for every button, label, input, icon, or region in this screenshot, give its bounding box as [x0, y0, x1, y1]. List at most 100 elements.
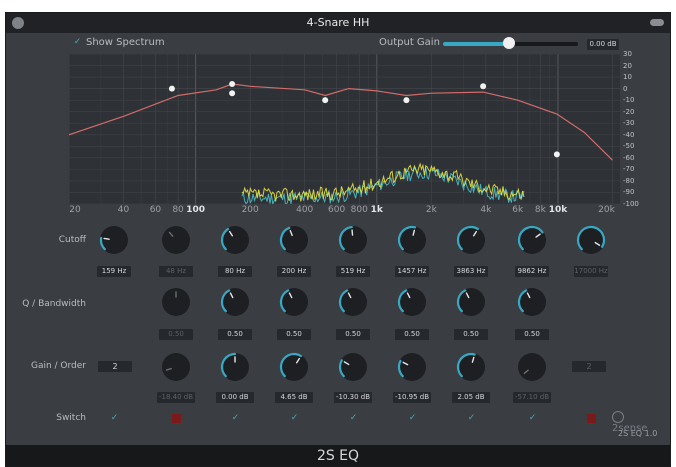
gain-value-4[interactable]: 4.65 dB: [275, 392, 313, 403]
q-value-5[interactable]: 0.50: [336, 329, 370, 340]
band-node-3[interactable]: [229, 81, 236, 87]
freq-tick-label: 800: [350, 205, 368, 215]
cutoff-knob-7[interactable]: [456, 225, 486, 255]
gain-value-2[interactable]: -18.40 dB: [157, 392, 195, 403]
band-node-6[interactable]: [480, 83, 487, 90]
db-tick-label: -20: [623, 107, 635, 116]
cutoff-value-3[interactable]: 80 Hz: [218, 266, 252, 277]
gain-value-6[interactable]: -10.95 dB: [393, 392, 431, 403]
q-knob-5[interactable]: [338, 287, 368, 317]
freq-tick-label: 4k: [480, 205, 492, 215]
db-tick-label: -90: [623, 188, 635, 197]
db-tick-label: -80: [623, 176, 635, 185]
q-knob-3[interactable]: [220, 287, 250, 317]
band-switch-1[interactable]: ✓: [110, 414, 119, 423]
cutoff-knob-6[interactable]: [397, 225, 427, 255]
gain-knob-5[interactable]: [338, 352, 368, 382]
cutoff-knob-8[interactable]: [517, 225, 547, 255]
cutoff-value-5[interactable]: 519 Hz: [336, 266, 370, 277]
cutoff-knob-3[interactable]: [220, 225, 250, 255]
plugin-window: 4-Snare HH ✓ Show Spectrum Output Gain 0…: [5, 12, 671, 467]
q-value-4[interactable]: 0.50: [277, 329, 311, 340]
footer-title: 2S EQ: [316, 448, 360, 464]
output-gain-label: Output Gain: [379, 37, 440, 48]
cutoff-value-1[interactable]: 159 Hz: [97, 266, 131, 277]
gain-value-5[interactable]: -10.30 dB: [334, 392, 372, 403]
cutoff-knob-5[interactable]: [338, 225, 368, 255]
q-knob-7[interactable]: [456, 287, 486, 317]
band-switch-5[interactable]: ✓: [349, 414, 358, 423]
show-spectrum-label: Show Spectrum: [86, 37, 165, 48]
band-switch-3[interactable]: ✓: [231, 414, 240, 423]
output-gain-fill: [443, 42, 510, 46]
db-tick-label: 0: [623, 84, 628, 93]
cutoff-knob-1[interactable]: [99, 225, 129, 255]
band-switch-8[interactable]: ✓: [528, 414, 537, 423]
q-knob-4[interactable]: [279, 287, 309, 317]
window-title: 4-Snare HH: [306, 16, 370, 29]
db-tick-label: -40: [623, 130, 635, 139]
band-node-2[interactable]: [229, 90, 236, 97]
cutoff-knob-9[interactable]: [576, 225, 606, 255]
q-knob-2[interactable]: [161, 287, 191, 317]
q-value-6[interactable]: 0.50: [395, 329, 429, 340]
band-switch-4[interactable]: ✓: [290, 414, 299, 423]
band-node-5[interactable]: [403, 97, 410, 104]
band-switch-2[interactable]: [172, 414, 181, 423]
cutoff-value-6[interactable]: 1457 Hz: [395, 266, 429, 277]
cutoff-value-8[interactable]: 9862 Hz: [515, 266, 549, 277]
knob-body: [162, 353, 190, 381]
db-tick-label: -30: [623, 119, 635, 128]
q-value-8[interactable]: 0.50: [515, 329, 549, 340]
band-switch-9[interactable]: [587, 414, 596, 423]
q-row-label: Q / Bandwidth: [22, 299, 86, 309]
db-tick-label: -10: [623, 96, 635, 105]
output-gain-slider[interactable]: [443, 37, 578, 49]
freq-tick-label: 200: [241, 205, 259, 215]
output-gain-value[interactable]: 0.00 dB: [587, 39, 619, 50]
eq-graph[interactable]: [69, 54, 620, 204]
q-value-2[interactable]: 0.50: [159, 329, 193, 340]
window-pill-icon[interactable]: [650, 19, 664, 26]
gain-knob-2[interactable]: [161, 352, 191, 382]
band-switch-6[interactable]: ✓: [408, 414, 417, 423]
band-node-1[interactable]: [168, 85, 175, 92]
band-switch-7[interactable]: ✓: [467, 414, 476, 423]
q-knob-8[interactable]: [517, 287, 547, 317]
gain-knob-7[interactable]: [456, 352, 486, 382]
band-node-4[interactable]: [322, 97, 329, 104]
gain-knob-3[interactable]: [220, 352, 250, 382]
gain-knob-4[interactable]: [279, 352, 309, 382]
freq-tick-label: 2k: [425, 205, 437, 215]
freq-tick-label: 6k: [512, 205, 524, 215]
q-value-7[interactable]: 0.50: [454, 329, 488, 340]
show-spectrum-checkbox[interactable]: ✓: [73, 38, 82, 47]
order-left-box[interactable]: 2: [98, 361, 132, 372]
q-value-3[interactable]: 0.50: [218, 329, 252, 340]
output-gain-thumb[interactable]: [503, 37, 516, 49]
db-tick-label: -60: [623, 153, 635, 162]
cutoff-value-4[interactable]: 200 Hz: [277, 266, 311, 277]
gain-value-7[interactable]: 2.05 dB: [452, 392, 490, 403]
gain-knob-6[interactable]: [397, 352, 427, 382]
freq-tick-label: 400: [296, 205, 314, 215]
cutoff-value-7[interactable]: 3863 Hz: [454, 266, 488, 277]
logo-icon: [612, 411, 624, 423]
freq-tick-label: 20k: [598, 205, 615, 215]
cutoff-value-2[interactable]: 48 Hz: [159, 266, 193, 277]
knob-body: [518, 353, 546, 381]
order-right-box[interactable]: 2: [572, 361, 606, 372]
gain-value-3[interactable]: 0.00 dB: [216, 392, 254, 403]
knob-indicator: [103, 237, 110, 240]
cutoff-knob-2[interactable]: [161, 225, 191, 255]
cutoff-knob-4[interactable]: [279, 225, 309, 255]
gain-value-8[interactable]: -57.10 dB: [513, 392, 551, 403]
eq-graph-canvas[interactable]: [69, 54, 620, 204]
title-bar: 4-Snare HH: [6, 13, 670, 33]
band-node-7[interactable]: [553, 151, 560, 158]
gain-knob-8[interactable]: [517, 352, 547, 382]
spectrum-line: [241, 166, 525, 204]
freq-tick-label: 60: [149, 205, 162, 215]
cutoff-value-9[interactable]: 17000 Hz: [574, 266, 608, 277]
q-knob-6[interactable]: [397, 287, 427, 317]
